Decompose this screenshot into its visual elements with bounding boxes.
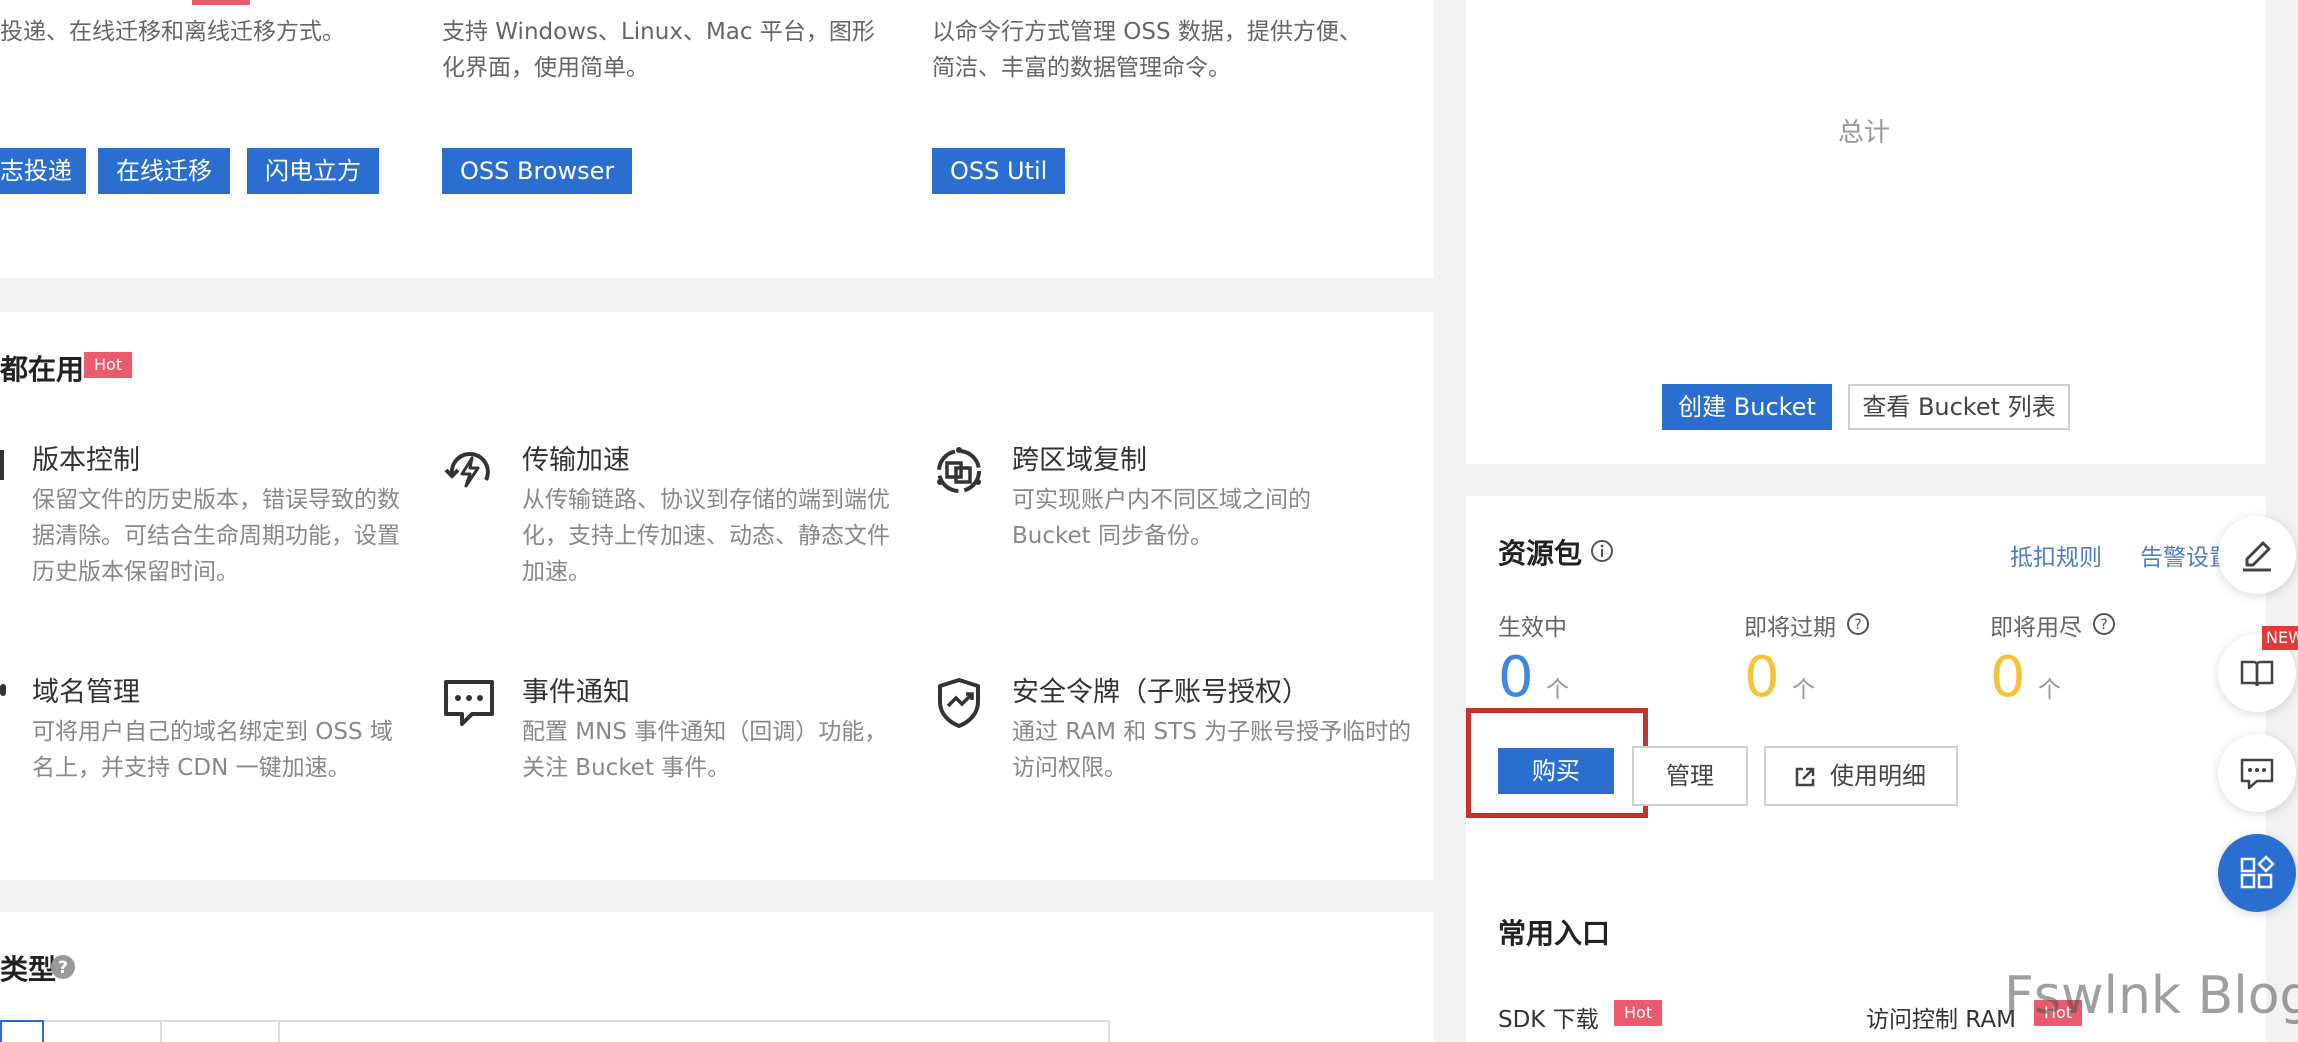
features-hot-tag: Hot [84, 352, 133, 378]
feedback-float-button[interactable] [2218, 734, 2296, 812]
feature-title: 传输加速 [522, 445, 630, 476]
feature-title: 版本控制 [32, 445, 140, 476]
apps-float-button[interactable] [2218, 834, 2296, 912]
deduction-rules-link[interactable]: 抵扣规则 [2010, 538, 2102, 572]
feature-event-notification[interactable]: 事件通知 配置 MNS 事件通知（回调）功能，关注 Bucket 事件。 [442, 670, 887, 790]
cross-region-replication-icon [937, 447, 981, 493]
feature-desc: 通过 RAM 和 STS 为子账号授予临时的访问权限。 [1012, 719, 1412, 781]
svg-text:?: ? [1854, 617, 1861, 633]
ram-access-control-link[interactable]: 访问控制 RAM [1866, 1000, 2016, 1034]
book-icon [2240, 660, 2274, 687]
type-tab[interactable] [162, 1022, 280, 1042]
feature-transfer-acceleration[interactable]: 传输加速 从传输链路、协议到存储的端到端优化，支持上传加速、动态、静态文件加速。 [442, 438, 890, 588]
features-card: 都在用 Hot 版本控制 保留文件的历史版本，错误导致的数据清除。可结合生命周期… [0, 312, 1434, 880]
create-bucket-button[interactable]: 创建 Bucket [1662, 384, 1832, 430]
summary-card: 总计 创建 Bucket 查看 Bucket 列表 [1466, 0, 2266, 464]
info-icon[interactable] [1590, 539, 1614, 563]
help-icon[interactable]: ? [2092, 612, 2116, 636]
features-title: 都在用 [0, 353, 85, 386]
usage-detail-label: 使用明细 [1830, 762, 1926, 790]
feature-version-control[interactable]: 版本控制 保留文件的历史版本，错误导致的数据清除。可结合生命周期功能，设置历史版… [0, 438, 420, 588]
sdk-download-link[interactable]: SDK 下载 [1498, 1000, 1599, 1034]
apps-grid-icon [2240, 855, 2275, 889]
svg-text:?: ? [2100, 617, 2107, 633]
security-token-icon [938, 678, 980, 728]
help-icon[interactable]: ? [50, 954, 76, 980]
stat-expiring-label: 即将过期 [1744, 615, 1836, 641]
oss-util-button[interactable]: OSS Util [932, 148, 1066, 194]
stat-expiring-value: 0 [1744, 645, 1780, 710]
stat-active-unit: 个 [1546, 677, 1569, 703]
usage-detail-button[interactable]: 使用明细 [1764, 746, 1958, 806]
lightning-cube-button[interactable]: 闪电立方 [247, 148, 379, 194]
feature-title: 安全令牌（子账号授权） [1012, 677, 1309, 708]
stat-depleting-unit: 个 [2038, 677, 2061, 703]
tool-desc-oss-browser: 支持 Windows、Linux、Mac 平台，图形化界面，使用简单。 [442, 19, 875, 81]
log-delivery-button[interactable]: 志投递 [0, 148, 86, 194]
feature-desc: 保留文件的历史版本，错误导致的数据清除。可结合生命周期功能，设置历史版本保留时间… [32, 487, 400, 585]
stat-expiring-unit: 个 [1792, 677, 1815, 703]
stat-depleting-value: 0 [1990, 645, 2026, 710]
stat-depleting-label: 即将用尽 [1990, 615, 2082, 641]
event-notification-icon [444, 680, 494, 726]
view-bucket-list-button[interactable]: 查看 Bucket 列表 [1848, 384, 2070, 430]
type-tab[interactable] [44, 1022, 162, 1042]
feature-cross-region-replication[interactable]: 跨区域复制 可实现账户内不同区域之间的 Bucket 同步备份。 [932, 438, 1372, 588]
quick-entries-title: 常用入口 [1498, 917, 1611, 950]
stat-active-value: 0 [1498, 645, 1534, 710]
online-migration-button[interactable]: 在线迁移 [98, 148, 230, 194]
help-icon[interactable]: ? [1846, 612, 1870, 636]
edit-icon [2243, 541, 2271, 572]
feature-domain-management[interactable]: 域名管理 可将用户自己的域名绑定到 OSS 域名上，并支持 CDN 一键加速。 [0, 670, 420, 790]
feature-title: 跨区域复制 [1012, 445, 1147, 476]
feature-desc: 可实现账户内不同区域之间的 Bucket 同步备份。 [1012, 487, 1311, 549]
feature-desc: 可将用户自己的域名绑定到 OSS 域名上，并支持 CDN 一键加速。 [32, 719, 393, 781]
feature-desc: 配置 MNS 事件通知（回调）功能，关注 Bucket 事件。 [522, 719, 888, 781]
types-title: 类型 [0, 953, 57, 986]
edit-float-button[interactable] [2218, 516, 2296, 594]
oss-browser-button[interactable]: OSS Browser [442, 148, 633, 194]
sdk-hot-tag: Hot [1614, 1000, 1663, 1026]
tools-card: 投递、在线迁移和离线迁移方式。 志投递 在线迁移 闪电立方 支持 Windows… [0, 0, 1434, 278]
types-card: 类型 ? [0, 912, 1434, 1042]
tool-desc-oss-util: 以命令行方式管理 OSS 数据，提供方便、简洁、丰富的数据管理命令。 [932, 19, 1362, 81]
red-tag-fragment [192, 0, 250, 5]
feature-title: 域名管理 [32, 677, 140, 708]
buy-button[interactable]: 购买 [1498, 748, 1614, 794]
tool-desc-migration: 投递、在线迁移和离线迁移方式。 [0, 19, 345, 45]
external-link-icon [1795, 767, 1815, 787]
svg-text:?: ? [58, 958, 68, 978]
feature-security-token[interactable]: 安全令牌（子账号授权） 通过 RAM 和 STS 为子账号授予临时的访问权限。 [932, 670, 1411, 790]
new-badge: NEW [2262, 626, 2298, 650]
stat-active-label: 生效中 [1498, 615, 1567, 641]
transfer-acceleration-icon [444, 452, 490, 488]
domain-management-icon [0, 684, 6, 696]
feature-title: 事件通知 [522, 677, 630, 708]
total-label: 总计 [1838, 118, 1891, 148]
watermark: Fswlnk Blog [2004, 966, 2298, 1026]
chat-icon [2240, 758, 2274, 790]
manage-button[interactable]: 管理 [1632, 746, 1748, 806]
resource-package-card: 资源包 抵扣规则 告警设置 生效中 0 个 即将过期 ? 0 个 即将用尽 ? … [1466, 496, 2266, 880]
version-control-icon [0, 450, 4, 480]
resource-package-title: 资源包 [1498, 537, 1583, 570]
type-tab-active[interactable] [0, 1020, 44, 1042]
type-tabs-bar [0, 1020, 1110, 1042]
feature-desc: 从传输链路、协议到存储的端到端优化，支持上传加速、动态、静态文件加速。 [522, 487, 890, 585]
